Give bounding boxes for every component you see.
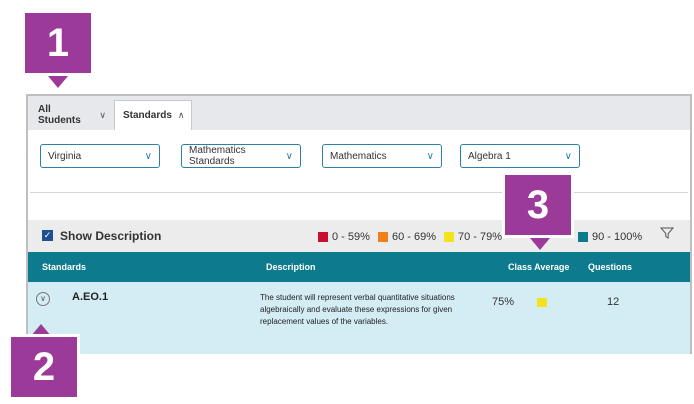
callout-2: 2 xyxy=(8,334,80,400)
standard-description: The student will represent verbal quanti… xyxy=(260,293,455,326)
show-description-label: Show Description xyxy=(60,229,162,243)
legend-swatch xyxy=(578,232,588,242)
chevron-down-icon: ∨ xyxy=(426,150,434,162)
callout-3-pointer xyxy=(530,238,550,250)
expand-row-icon[interactable]: ∨ xyxy=(36,292,50,306)
course-dropdown[interactable]: Algebra 1 ∨ xyxy=(460,144,580,168)
standard-code: A.EO.1 xyxy=(72,291,109,303)
callout-1: 1 xyxy=(22,10,94,76)
legend-item-70-79: 70 - 79% xyxy=(444,231,502,243)
class-average-value: 75% xyxy=(492,296,515,308)
class-average-swatch xyxy=(537,298,547,307)
column-header-standards[interactable]: Standards xyxy=(42,262,86,272)
chevron-down-icon: ∨ xyxy=(99,109,106,120)
state-dropdown-value: Virginia xyxy=(48,150,82,162)
legend-item-60-69: 60 - 69% xyxy=(378,231,436,243)
subject-dropdown[interactable]: Mathematics ∨ xyxy=(322,144,442,168)
tab-all-students[interactable]: All Students ∨ xyxy=(30,100,114,130)
chevron-down-icon: ∨ xyxy=(564,150,572,162)
legend-label: 70 - 79% xyxy=(458,231,503,243)
table-header: Standards Description Class Average Ques… xyxy=(28,252,690,282)
course-dropdown-value: Algebra 1 xyxy=(468,150,511,162)
tab-standards[interactable]: Standards ∧ xyxy=(114,100,192,130)
question-count: 12 xyxy=(607,296,620,308)
legend-item-0-59: 0 - 59% xyxy=(318,231,370,243)
description-bar: ✓ Show Description 0 - 59% 60 - 69% 70 -… xyxy=(28,220,690,252)
legend-label: 0 - 59% xyxy=(332,231,370,243)
column-header-description[interactable]: Description xyxy=(266,262,316,272)
state-dropdown[interactable]: Virginia ∨ xyxy=(40,144,160,168)
legend-swatch xyxy=(318,232,328,242)
legend-swatch xyxy=(444,232,454,242)
standards-set-dropdown-value: Mathematics Standards xyxy=(189,145,246,167)
chevron-up-icon: ∧ xyxy=(177,110,185,120)
chevron-down-icon: ∨ xyxy=(285,150,293,162)
column-header-class-average[interactable]: Class Average xyxy=(508,262,569,272)
tab-all-students-label: All Students xyxy=(38,104,81,126)
subject-dropdown-value: Mathematics xyxy=(330,150,387,162)
chevron-down-icon: ∨ xyxy=(144,150,152,162)
tab-bar: All Students ∨ Standards ∧ xyxy=(28,96,690,130)
show-description-checkbox[interactable]: ✓ xyxy=(42,230,53,241)
legend-item-90-100: 90 - 100% xyxy=(578,231,642,243)
filter-panel: Virginia ∨ Mathematics Standards ∨ Mathe… xyxy=(30,130,688,193)
report-panel: All Students ∨ Standards ∧ Virginia ∨ Ma… xyxy=(26,94,692,354)
table-row[interactable]: ∨ A.EO.1 The student will represent verb… xyxy=(28,282,690,354)
legend-label: 60 - 69% xyxy=(392,231,437,243)
callout-1-pointer xyxy=(48,76,68,88)
tab-standards-label: Standards xyxy=(123,110,172,121)
legend-label: 90 - 100% xyxy=(592,231,643,243)
column-header-questions[interactable]: Questions xyxy=(588,262,632,272)
filter-icon[interactable] xyxy=(660,226,674,240)
callout-3: 3 xyxy=(502,172,574,238)
legend-swatch xyxy=(378,232,388,242)
standards-set-dropdown[interactable]: Mathematics Standards ∨ xyxy=(181,144,301,168)
